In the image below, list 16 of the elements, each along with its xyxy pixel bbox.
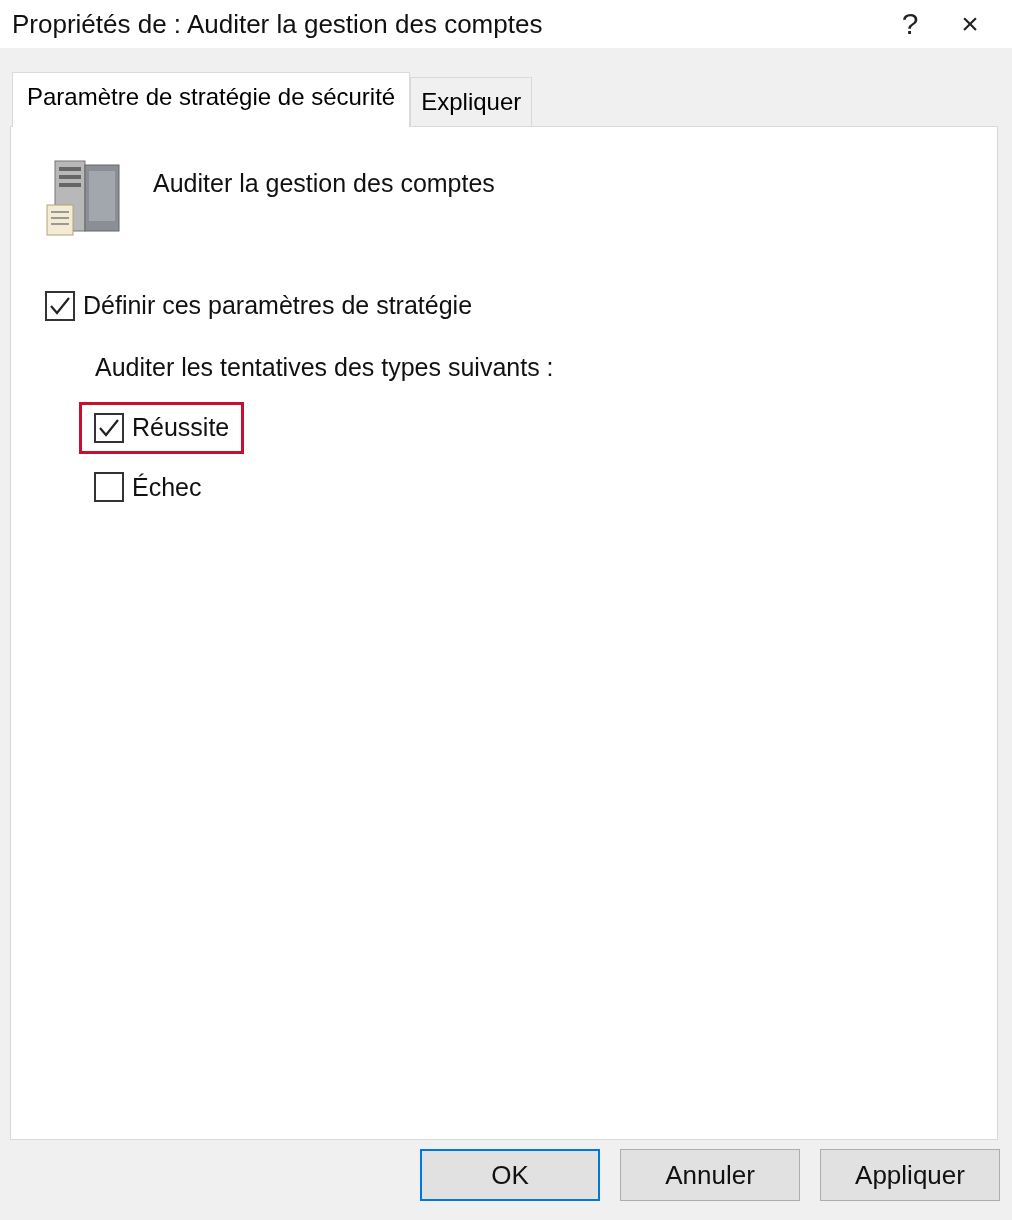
checkbox-label[interactable]: Réussite [132, 409, 230, 447]
tab[interactable]: Paramètre de stratégie de sécurité [12, 72, 411, 127]
checkbox-label[interactable]: Définir ces paramètres de stratégie [83, 287, 473, 325]
checkbox[interactable] [45, 290, 75, 321]
checkbox[interactable] [94, 412, 124, 443]
dialog-button[interactable]: Appliquer [820, 1149, 1000, 1201]
dialog-button[interactable]: Annuler [620, 1149, 800, 1201]
tab[interactable]: Expliquer [410, 77, 533, 126]
checkbox[interactable] [94, 472, 124, 503]
help-button[interactable]: ? [880, 9, 940, 39]
checkbox-label[interactable]: Échec [132, 468, 202, 506]
policy-name: Auditer la gestion des comptes [153, 168, 495, 199]
ok-button[interactable]: OK [420, 1149, 600, 1201]
window-title: Propriétés de : Auditer la gestion des comptes [12, 7, 544, 41]
close-button[interactable]: × [940, 9, 1000, 39]
section-label: Auditer les tentatives des types suivants : [95, 352, 554, 381]
